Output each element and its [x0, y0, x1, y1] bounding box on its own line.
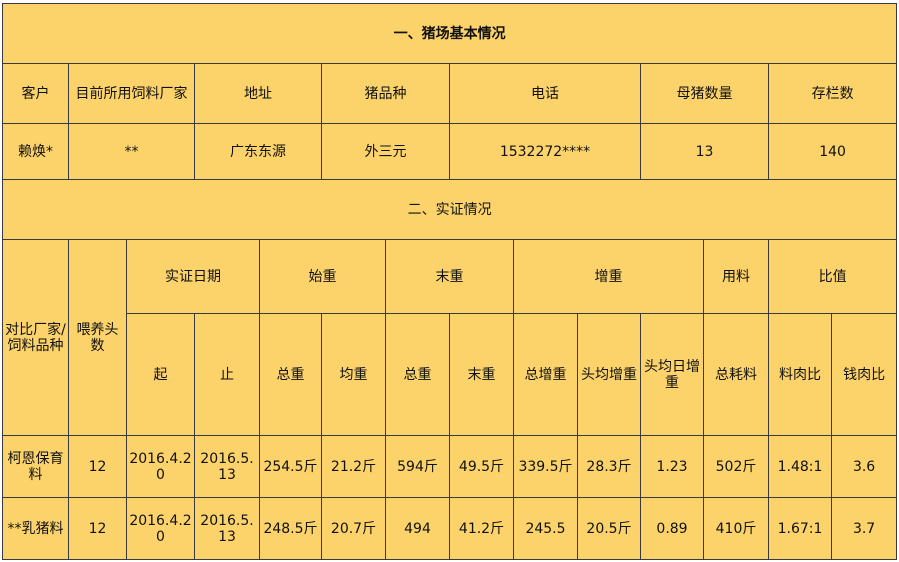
- header-phone: 电话: [449, 63, 641, 124]
- cell-date-start: 2016.4.20: [126, 497, 195, 560]
- cell-stock-count: 140: [767, 123, 898, 180]
- cell-date-start: 2016.4.20: [126, 435, 195, 498]
- header-sow-count: 母猪数量: [640, 63, 769, 124]
- cell-total-gain: 339.5斤: [513, 435, 578, 498]
- page: 一、猪场基本情况 客户 目前所用饲料厂家 地址 猪品种 电话 母猪数量 存栏数 …: [0, 0, 899, 562]
- cell-gain-per-head: 28.3斤: [577, 435, 641, 498]
- cell-total-gain: 245.5: [513, 497, 578, 560]
- section1-title: 一、猪场基本情况: [1, 3, 898, 64]
- header-trial-date: 实证日期: [126, 239, 260, 314]
- cell-feed-brand: 柯恩保育料: [2, 435, 69, 498]
- subheader-feed-meat-ratio: 料肉比: [768, 313, 832, 436]
- subheader-end-weight: 末重: [449, 313, 514, 436]
- cell-start-total: 248.5斤: [259, 497, 322, 560]
- header-feed-manufacturer: 目前所用饲料厂家: [68, 63, 195, 124]
- cell-start-avg: 21.2斤: [321, 435, 386, 498]
- header-stock-count: 存栏数: [767, 63, 898, 124]
- cell-start-total: 254.5斤: [259, 435, 322, 498]
- cell-end-total: 494: [385, 497, 450, 560]
- table-row: **乳猪料 12 2016.4.20 2016.5.13 248.5斤 20.7…: [2, 497, 898, 560]
- header-end-weight: 末重: [385, 239, 514, 314]
- cell-phone: 1532272****: [449, 123, 641, 180]
- cell-daily-gain: 1.23: [640, 435, 704, 498]
- subheader-cost-meat-ratio: 钱肉比: [830, 313, 898, 436]
- header-customer: 客户: [2, 63, 69, 124]
- subheader-daily-gain-per-head: 头均日增重: [640, 313, 704, 436]
- cell-end-weight: 49.5斤: [449, 435, 514, 498]
- subheader-start: 起: [126, 313, 195, 436]
- table-row: 柯恩保育料 12 2016.4.20 2016.5.13 254.5斤 21.2…: [2, 435, 898, 498]
- header-feed-used: 用料: [703, 239, 769, 314]
- cell-customer: 赖焕*: [2, 123, 69, 180]
- header-weight-gain: 增重: [513, 239, 704, 314]
- subheader-total-gain: 总增重: [513, 313, 578, 436]
- subheader-gain-per-head: 头均增重: [577, 313, 641, 436]
- cell-cost-meat-ratio: 3.7: [830, 497, 898, 560]
- cell-daily-gain: 0.89: [640, 497, 704, 560]
- cell-feed-meat-ratio: 1.48:1: [768, 435, 832, 498]
- subheader-end-total: 总重: [385, 313, 450, 436]
- cell-total-feed: 502斤: [703, 435, 769, 498]
- cell-cost-meat-ratio: 3.6: [830, 435, 898, 498]
- cell-head-count: 12: [68, 435, 127, 498]
- section2-title: 二、实证情况: [1, 179, 898, 240]
- header-pig-breed: 猪品种: [321, 63, 450, 124]
- header-start-weight: 始重: [259, 239, 386, 314]
- cell-feed-meat-ratio: 1.67:1: [768, 497, 832, 560]
- cell-address: 广东东源: [194, 123, 322, 180]
- cell-total-feed: 410斤: [703, 497, 769, 560]
- cell-start-avg: 20.7斤: [321, 497, 386, 560]
- cell-pig-breed: 外三元: [321, 123, 450, 180]
- cell-gain-per-head: 20.5斤: [577, 497, 641, 560]
- cell-end-total: 594斤: [385, 435, 450, 498]
- cell-date-end: 2016.5.13: [194, 435, 260, 498]
- subheader-start-total: 总重: [259, 313, 322, 436]
- pig-farm-report-table: 一、猪场基本情况 客户 目前所用饲料厂家 地址 猪品种 电话 母猪数量 存栏数 …: [1, 3, 898, 560]
- subheader-start-avg: 均重: [321, 313, 386, 436]
- cell-date-end: 2016.5.13: [194, 497, 260, 560]
- cell-sow-count: 13: [640, 123, 769, 180]
- header-compare-feed: 对比厂家/饲料品种: [2, 239, 69, 436]
- cell-feed-brand: **乳猪料: [2, 497, 69, 560]
- subheader-end: 止: [194, 313, 260, 436]
- cell-head-count: 12: [68, 497, 127, 560]
- header-address: 地址: [194, 63, 322, 124]
- cell-end-weight: 41.2斤: [449, 497, 514, 560]
- subheader-total-feed: 总耗料: [703, 313, 769, 436]
- header-head-count: 喂养头数: [68, 239, 127, 436]
- cell-feed-manufacturer: **: [68, 123, 195, 180]
- header-ratio: 比值: [767, 239, 898, 314]
